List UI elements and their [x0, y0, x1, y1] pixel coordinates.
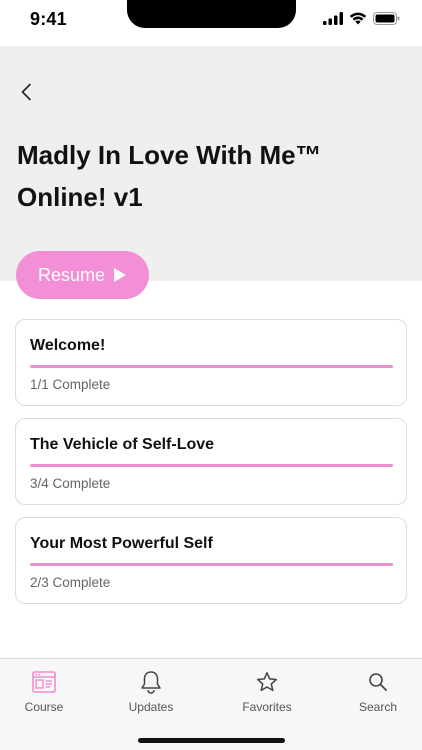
battery-icon — [373, 12, 400, 25]
tab-updates-label: Updates — [128, 700, 174, 714]
bell-icon — [138, 669, 164, 695]
module-title: Your Most Powerful Self — [30, 535, 213, 552]
module-list: Welcome! 1/1 Complete The Vehicle of Sel… — [15, 319, 407, 616]
course-header: Madly In Love With Me™ Online! v1 — [0, 46, 422, 281]
notch — [127, 0, 296, 28]
tab-search-label: Search — [358, 700, 398, 714]
module-status: 3/4 Complete — [30, 476, 111, 491]
status-icons — [323, 12, 400, 25]
status-time: 9:41 — [30, 9, 67, 29]
tab-favorites[interactable]: Favorites — [222, 669, 312, 714]
tab-course-label: Course — [24, 700, 64, 714]
tab-search[interactable]: Search — [333, 669, 422, 714]
search-icon — [365, 669, 391, 695]
module-card-vehicle-of-self-love[interactable]: The Vehicle of Self-Love 3/4 Complete — [15, 418, 407, 505]
module-title: The Vehicle of Self-Love — [30, 436, 215, 453]
module-status: 1/1 Complete — [30, 377, 111, 392]
course-icon — [31, 669, 57, 695]
module-title: Welcome! — [30, 337, 106, 354]
module-progress-bar — [30, 464, 393, 467]
status-bar: 9:41 — [0, 0, 422, 46]
tab-favorites-label: Favorites — [242, 700, 292, 714]
chevron-left-icon — [21, 83, 31, 101]
resume-button-label: Resume — [37, 264, 106, 285]
module-card-most-powerful-self[interactable]: Your Most Powerful Self 2/3 Complete — [15, 517, 407, 604]
star-icon — [254, 669, 280, 695]
module-progress-fill — [30, 464, 393, 467]
play-icon — [114, 268, 127, 282]
tab-course[interactable]: Course — [0, 669, 89, 714]
module-status: 2/3 Complete — [30, 575, 111, 590]
wifi-icon — [349, 12, 367, 25]
module-progress-bar — [30, 365, 393, 368]
module-progress-bar — [30, 563, 393, 566]
module-card-welcome[interactable]: Welcome! 1/1 Complete — [15, 319, 407, 406]
resume-button[interactable]: Resume — [16, 251, 149, 299]
tab-bar: Course Updates Favorites Search — [0, 658, 422, 750]
tab-updates[interactable]: Updates — [106, 669, 196, 714]
module-progress-fill — [30, 563, 393, 566]
page-title: Madly In Love With Me™ Online! v1 — [17, 140, 322, 212]
module-progress-fill — [30, 365, 393, 368]
back-button[interactable] — [14, 80, 38, 104]
home-indicator — [138, 738, 285, 743]
signal-icon — [323, 12, 343, 25]
